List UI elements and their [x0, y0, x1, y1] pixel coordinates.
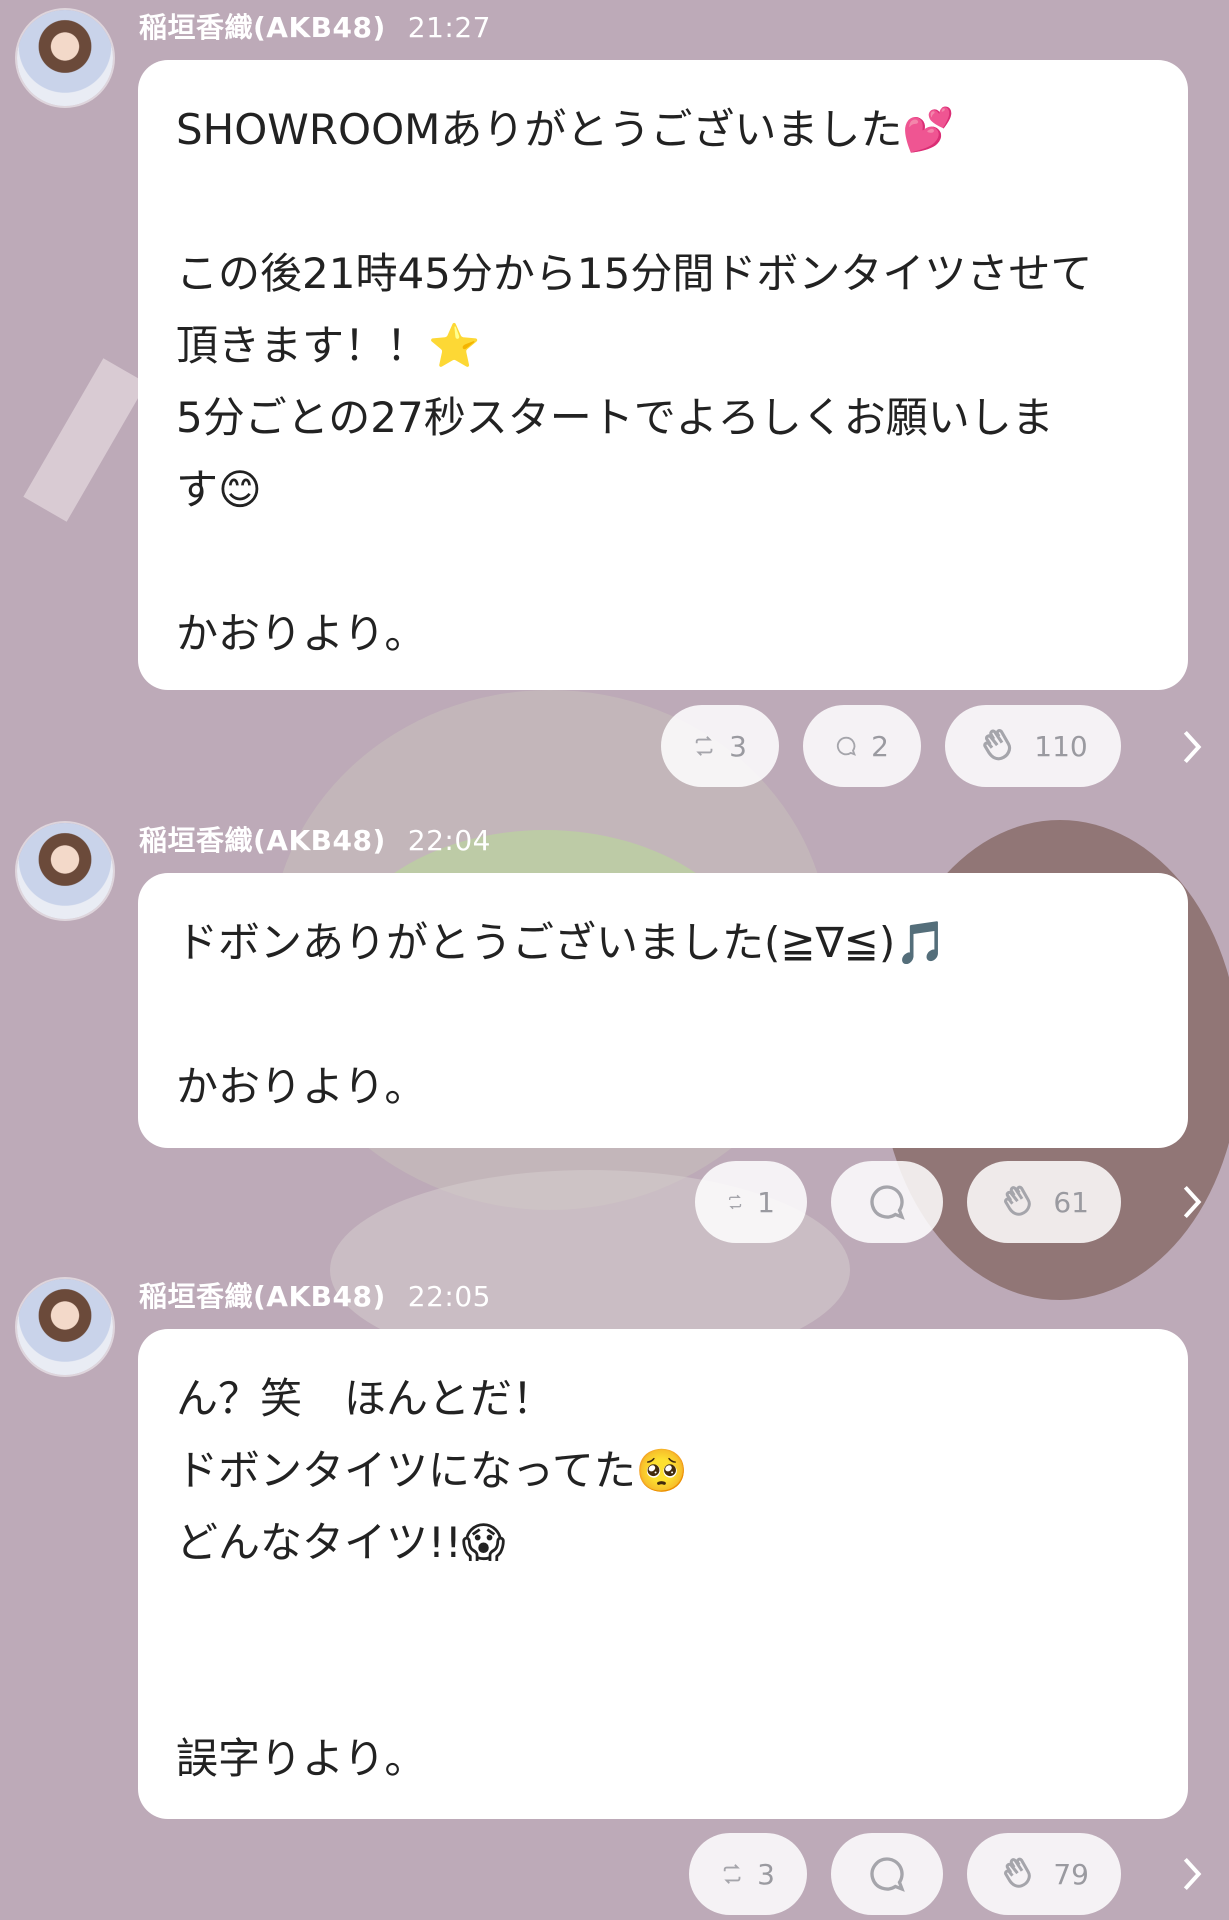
message-bubble[interactable]: SHOWROOMありがとうございました💕 この後21時45分から15分間ドボンタ… — [138, 60, 1188, 690]
clap-count: 79 — [1053, 1857, 1089, 1891]
reaction-bar: 3 2 110 — [661, 705, 1121, 787]
message-line: 誤字りより。 — [176, 1734, 427, 1783]
avatar[interactable] — [17, 10, 113, 106]
comment-icon — [870, 1185, 905, 1220]
post-meta: 稲垣香織(AKB48) 22:04 — [139, 819, 491, 859]
retweet-icon — [695, 736, 713, 756]
message-line — [176, 979, 1150, 1051]
message-line: この後21時45分から15分間ドボンタイツさせて — [176, 249, 1093, 298]
message-line: 5分ごとの27秒スタートでよろしくお願いしま — [176, 393, 1054, 442]
clap-button[interactable]: 79 — [967, 1833, 1121, 1915]
message-line — [176, 1579, 1150, 1651]
message-line: す😊 — [176, 465, 262, 514]
clap-button[interactable]: 61 — [967, 1161, 1121, 1243]
clap-icon — [1004, 1185, 1031, 1216]
retweet-icon — [723, 1864, 741, 1884]
retweet-icon — [729, 1194, 742, 1210]
chevron-right-icon[interactable] — [1177, 1854, 1207, 1894]
comment-icon — [870, 1857, 905, 1892]
message-line: ドボンタイツになってた🥺 — [176, 1446, 689, 1495]
retweet-count: 3 — [729, 729, 747, 763]
author-name: 稲垣香織(AKB48) — [139, 1280, 386, 1313]
retweet-count: 3 — [757, 1857, 775, 1891]
message-line: ドボンありがとうございました(≧∇≦)🎵 — [176, 918, 948, 967]
message-bubble[interactable]: ドボンありがとうございました(≧∇≦)🎵 かおりより。 — [138, 873, 1188, 1148]
post-time: 22:04 — [407, 824, 491, 857]
retweet-button[interactable]: 1 — [695, 1161, 807, 1243]
message-line: SHOWROOMありがとうございました💕 — [176, 105, 955, 154]
comment-button[interactable] — [831, 1833, 943, 1915]
chevron-right-icon[interactable] — [1177, 1182, 1207, 1222]
retweet-button[interactable]: 3 — [689, 1833, 807, 1915]
clap-button[interactable]: 110 — [945, 705, 1121, 787]
retweet-button[interactable]: 3 — [661, 705, 779, 787]
author-name: 稲垣香織(AKB48) — [139, 11, 386, 44]
clap-count: 61 — [1053, 1185, 1089, 1219]
message-line: どんなタイツ!!😱 — [176, 1518, 506, 1567]
author-name: 稲垣香織(AKB48) — [139, 824, 386, 857]
comment-button[interactable] — [831, 1161, 943, 1243]
message-line: ん？笑 ほんとだ！ — [176, 1374, 555, 1423]
avatar[interactable] — [17, 823, 113, 919]
chevron-right-icon[interactable] — [1177, 727, 1207, 767]
message-line — [176, 526, 1150, 598]
message-line: かおりより。 — [176, 609, 427, 658]
post-time: 22:05 — [407, 1280, 491, 1313]
clap-count: 110 — [1034, 729, 1088, 763]
clap-icon — [1004, 1857, 1031, 1888]
retweet-count: 1 — [757, 1185, 775, 1219]
post-time: 21:27 — [407, 11, 491, 44]
comment-count: 2 — [871, 729, 889, 763]
clap-icon — [983, 729, 1012, 761]
message-bubble[interactable]: ん？笑 ほんとだ！ ドボンタイツになってた🥺 どんなタイツ!!😱 誤字りより。 — [138, 1329, 1188, 1819]
comment-button[interactable]: 2 — [803, 705, 921, 787]
message-line — [176, 1651, 1150, 1723]
reaction-bar: 3 79 — [689, 1833, 1121, 1915]
post-meta: 稲垣香織(AKB48) 22:05 — [139, 1275, 491, 1315]
post-meta: 稲垣香織(AKB48) 21:27 — [139, 6, 491, 46]
comment-icon — [836, 736, 856, 756]
message-line: かおりより。 — [176, 1062, 427, 1111]
message-line — [176, 166, 1150, 238]
avatar[interactable] — [17, 1279, 113, 1375]
message-line: 頂きます！！⭐ — [176, 321, 481, 370]
reaction-bar: 1 61 — [695, 1161, 1121, 1243]
